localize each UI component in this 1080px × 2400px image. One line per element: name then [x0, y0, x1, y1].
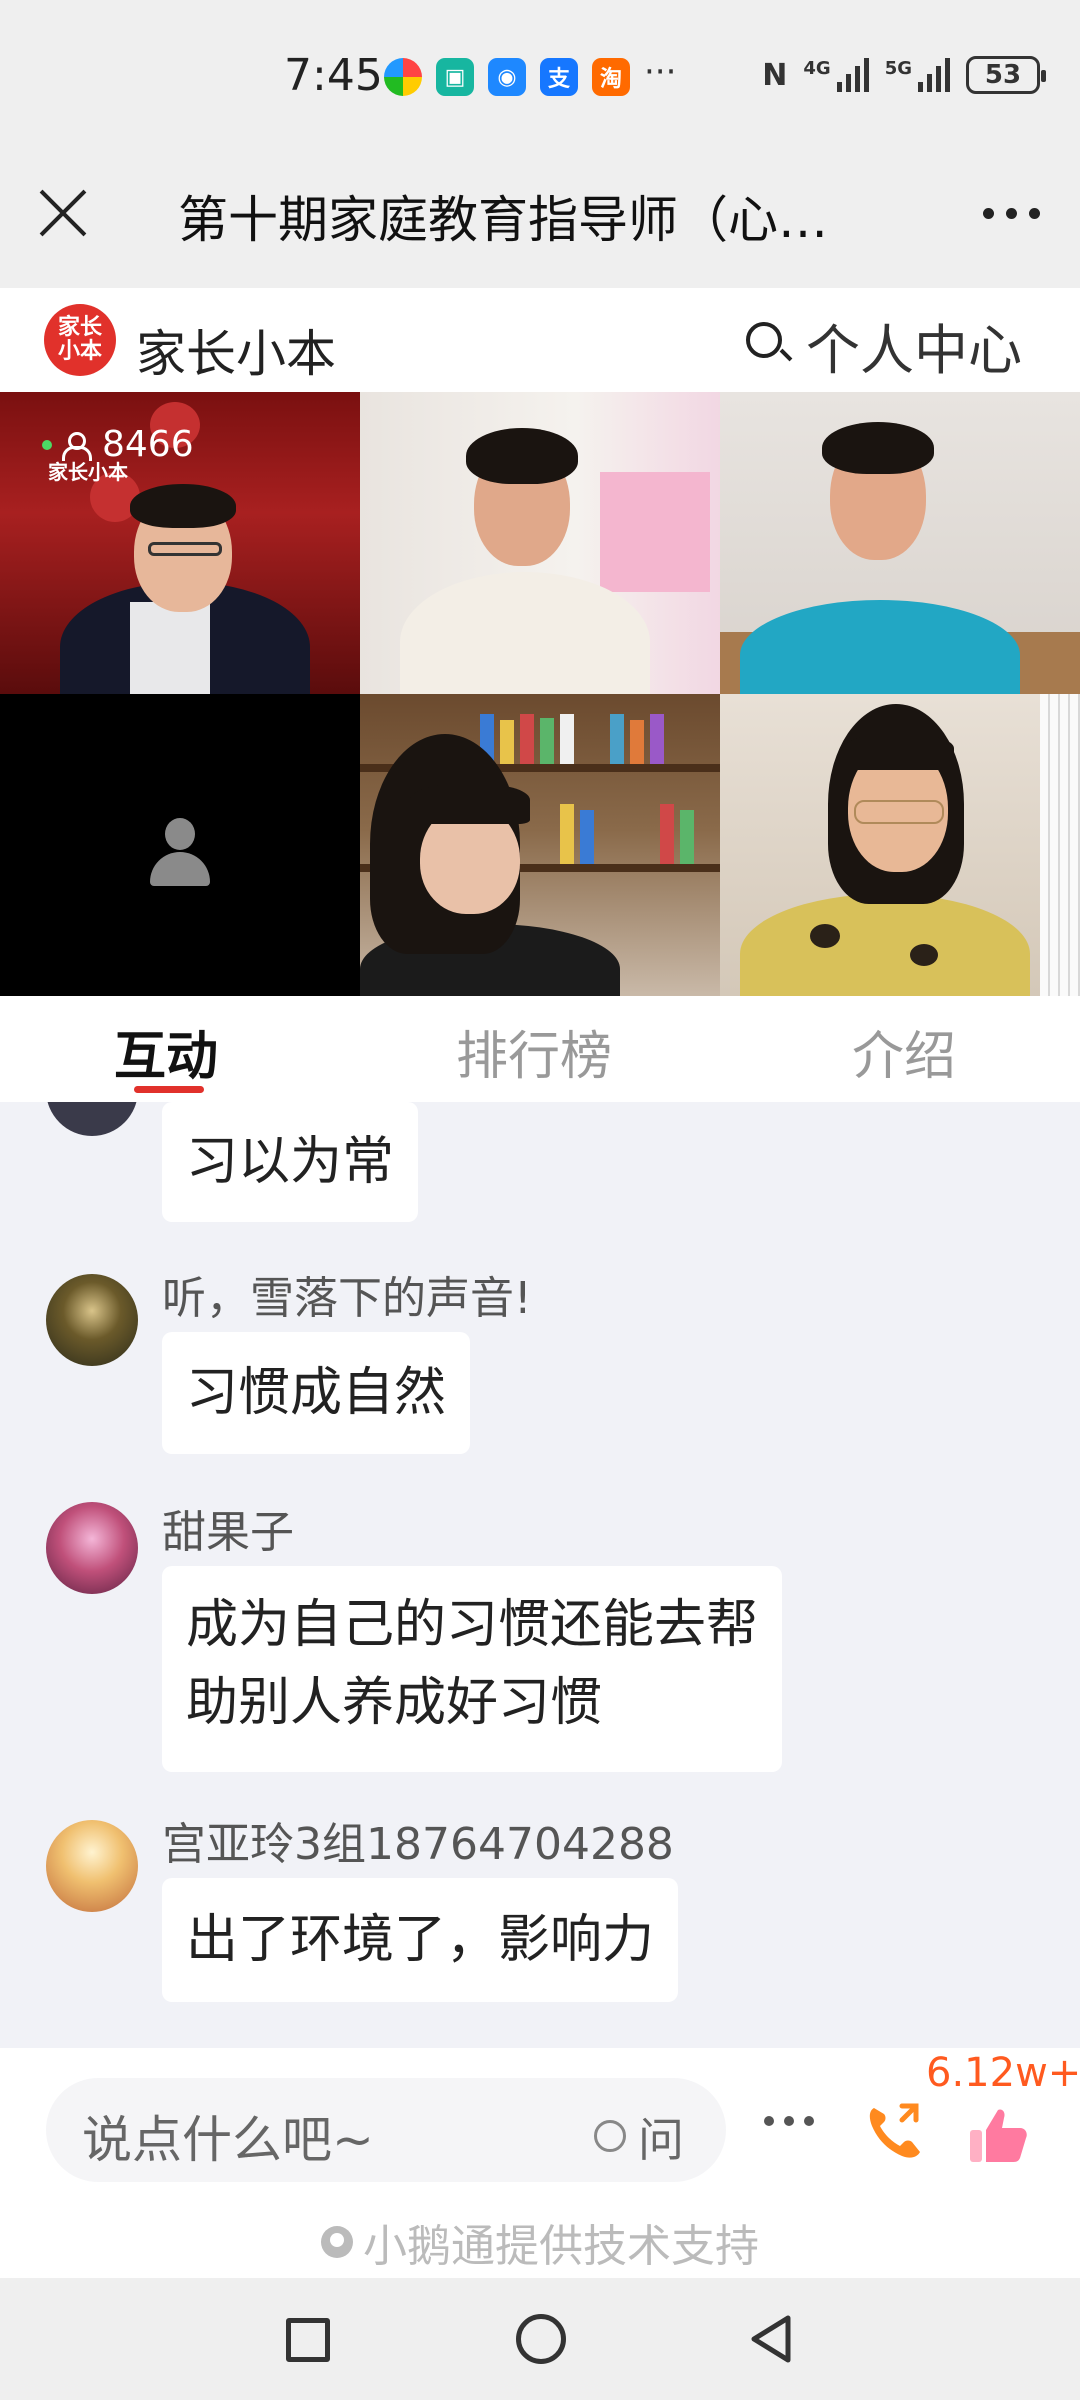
more-actions-button[interactable] [764, 2116, 814, 2126]
phone-call-icon[interactable] [860, 2096, 930, 2166]
video-tile-participant-2[interactable] [360, 392, 720, 694]
more-notifications-icon: ··· [644, 52, 677, 92]
status-time: 7:45 [284, 50, 383, 101]
tile-watermark-logo: 家长小本 [48, 460, 128, 484]
page-title: 第十期家庭教育指导师（心… [178, 191, 828, 249]
message-bubble: 习以为常 [162, 1102, 419, 1222]
brand-logo[interactable]: 家长 小本 [44, 304, 116, 376]
message-app-icon: ◉ [488, 58, 526, 96]
sender-name: 听，雪落下的声音! [162, 1273, 532, 1324]
sender-name: 宫亚玲3组18764704288 [162, 1819, 674, 1870]
xiaoetong-logo-icon [321, 2226, 353, 2258]
signal-4g-icon: 4G [803, 58, 869, 92]
tab-leaderboard[interactable]: 排行榜 [456, 1014, 612, 1089]
user-placeholder-icon [150, 818, 210, 888]
avatar[interactable] [46, 1820, 138, 1912]
notification-icons: ▣ ◉ 支 淘 [384, 58, 630, 96]
alipay-app-icon: 支 [540, 58, 578, 96]
tab-introduction[interactable]: 介绍 [852, 1014, 956, 1089]
bottom-bar: 说点什么吧~ 问 6.12w+ 小鹅通提供技术支持 [0, 2048, 1080, 2278]
comment-placeholder: 说点什么吧~ [82, 2111, 374, 2169]
message-bubble: 成为自己的习惯还能去帮 助别人养成好习惯 [162, 1566, 783, 1772]
message-bubble: 习惯成自然 [162, 1332, 471, 1454]
home-button[interactable] [516, 2314, 566, 2364]
active-tab-indicator [134, 1086, 204, 1093]
user-center-link[interactable]: 个人中心 [806, 306, 1022, 385]
comment-input[interactable]: 说点什么吧~ 问 [46, 2078, 726, 2182]
brand-header: 家长 小本 家长小本 个人中心 [0, 288, 1080, 392]
nfc-icon: N [762, 57, 788, 93]
video-grid: 8466 家长小本 [0, 392, 1080, 996]
video-tile-host[interactable]: 8466 家长小本 [0, 392, 360, 694]
message-bubble: 出了环境了，影响力 [162, 1878, 679, 2002]
brand-name: 家长小本 [136, 325, 336, 383]
video-tile-participant-6[interactable] [720, 694, 1080, 996]
close-icon[interactable] [36, 186, 90, 240]
ask-question-label[interactable]: 问 [638, 2104, 684, 2170]
status-bar: 7:45 ▣ ◉ 支 淘 ··· N 4G 5G 53 [0, 0, 1080, 150]
recent-apps-button[interactable] [286, 2318, 330, 2362]
mi-app-icon: ▣ [436, 58, 474, 96]
like-count: 6.12w+ [926, 2050, 1080, 2096]
video-tile-camera-off[interactable] [0, 694, 360, 996]
avatar[interactable] [46, 1502, 138, 1594]
live-dot-icon [42, 439, 52, 450]
search-icon[interactable] [746, 322, 782, 358]
tab-bar: 互动 排行榜 介绍 [0, 996, 1080, 1102]
tab-interaction[interactable]: 互动 [114, 1014, 218, 1089]
browser-app-icon [384, 58, 422, 96]
avatar[interactable] [46, 1274, 138, 1366]
video-tile-participant-3[interactable] [720, 392, 1080, 694]
ask-question-radio[interactable] [594, 2120, 626, 2152]
taobao-app-icon: 淘 [592, 58, 630, 96]
tech-support-note: 小鹅通提供技术支持 [0, 2210, 1080, 2274]
sender-name: 甜果子 [162, 1507, 294, 1558]
battery-icon: 53 [966, 56, 1046, 94]
signal-5g-icon: 5G [885, 58, 950, 92]
back-button[interactable] [744, 2312, 798, 2366]
chat-list[interactable]: 习以为常 听，雪落下的声音! 习惯成自然 甜果子 成为自己的习惯还能去帮 助别人… [0, 1102, 1080, 2048]
thumbs-up-icon[interactable] [966, 2104, 1030, 2168]
people-icon [62, 431, 92, 461]
system-nav-bar [0, 2278, 1080, 2400]
avatar[interactable] [46, 1102, 138, 1136]
title-bar: 第十期家庭教育指导师（心… [0, 150, 1080, 288]
more-options-button[interactable] [983, 208, 1040, 219]
video-tile-participant-5[interactable] [360, 694, 720, 996]
